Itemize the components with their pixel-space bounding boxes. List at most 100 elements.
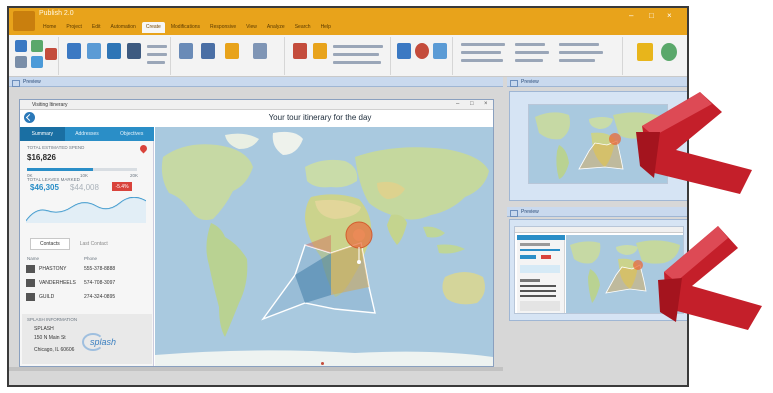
thumbnail-top <box>528 104 668 184</box>
contact-name: PHASTONY <box>39 266 67 272</box>
contact-name: VANDERHEELS <box>39 280 76 286</box>
preview-window-title: Visiting Itinerary <box>20 100 493 110</box>
total-label: TOTAL ESTIMATED SPEND <box>27 145 85 150</box>
stats-label: TOTAL LEAVES MARKED <box>27 177 80 182</box>
table-icon[interactable] <box>179 43 193 59</box>
contact-row[interactable]: PHASTONY 555-378-8888 <box>24 264 150 275</box>
tab-objectives[interactable]: Objectives <box>109 127 154 141</box>
spend-progress-bar <box>27 168 137 171</box>
tab-addresses[interactable]: Addresses <box>65 127 110 141</box>
ribbon-tab-edit[interactable]: Edit <box>88 22 105 33</box>
contact-row[interactable]: VANDERHEELS 574-708-3097 <box>24 278 150 289</box>
form-component-icon[interactable] <box>313 43 327 59</box>
progress-tick-1: 10K <box>80 173 89 178</box>
back-icon[interactable] <box>24 112 35 123</box>
contact-icon <box>26 293 35 301</box>
ribbon-tab-modifications[interactable]: Modifications <box>167 22 204 33</box>
publish-icon[interactable] <box>637 43 653 61</box>
paste-icon[interactable] <box>15 40 27 52</box>
ribbon-tab-automation[interactable]: Automation <box>107 22 140 33</box>
thumbnail-titlebar <box>515 227 683 233</box>
ribbon-toolbar <box>9 35 687 77</box>
screenshot-frame: Publish 2.0 – □ × Home Project Edit Auto… <box>0 0 773 393</box>
grid-icon[interactable] <box>201 43 215 59</box>
thumbnail-sidebar <box>517 235 565 313</box>
summary-panel: Summary Addresses Objectives TOTAL ESTIM… <box>20 127 154 366</box>
ribbon-group-data <box>173 37 285 75</box>
bar-chart-icon[interactable] <box>433 43 447 59</box>
horizontal-scrollbar[interactable] <box>9 367 503 371</box>
contacts-header-name: Name <box>27 256 40 261</box>
ribbon-tab-create[interactable]: Create <box>141 22 165 33</box>
format-painter-icon[interactable] <box>31 56 43 68</box>
trend-sparkline <box>26 197 146 223</box>
ribbon-group-insert <box>61 37 171 75</box>
spend-progress-fill <box>27 168 93 171</box>
right-top-panel-header: Preview <box>507 77 687 87</box>
tab-summary[interactable]: Summary <box>20 127 65 141</box>
contact-row[interactable]: GUILD 274-324-0895 <box>24 292 150 303</box>
label-icon[interactable] <box>107 43 121 59</box>
preview-maximize-button[interactable]: □ <box>470 101 474 107</box>
ribbon-tab-home[interactable]: Home <box>39 22 60 33</box>
contact-icon <box>26 279 35 287</box>
world-map[interactable] <box>155 127 493 366</box>
ribbon-group-components <box>287 37 391 75</box>
maximize-button[interactable]: □ <box>649 11 654 20</box>
preview-window: Visiting Itinerary – □ × Your tour itine… <box>19 99 494 367</box>
ribbon-tab-analyze[interactable]: Analyze <box>263 22 289 33</box>
ribbon-group-visuals <box>393 37 453 75</box>
last-contact-button[interactable]: Last Contact <box>74 238 114 250</box>
ribbon-group-options <box>455 37 623 75</box>
progress-tick-2: 20K <box>130 173 139 178</box>
map-pin-icon <box>138 143 149 154</box>
ribbon-group-clipboard <box>11 37 59 75</box>
contact-phone: 574-708-3097 <box>84 280 116 286</box>
preview-minimize-button[interactable]: – <box>456 101 459 107</box>
thumbnail-bottom <box>514 226 684 314</box>
app-window: Publish 2.0 – □ × Home Project Edit Auto… <box>7 6 689 387</box>
splash-logo: splash <box>90 337 117 347</box>
ribbon-tab-project[interactable]: Project <box>62 22 86 33</box>
close-button[interactable]: × <box>667 11 672 20</box>
right-top-preview[interactable] <box>509 91 687 201</box>
flow-icon[interactable] <box>225 43 239 59</box>
visual-icon[interactable] <box>397 43 411 59</box>
contact-name: GUILD <box>39 294 55 300</box>
minimize-button[interactable]: – <box>629 11 633 20</box>
address-header: SPLASH INFORMATION <box>27 317 78 322</box>
button-icon[interactable] <box>87 43 101 59</box>
image-icon[interactable] <box>127 43 141 59</box>
total-value: $16,826 <box>27 153 56 162</box>
contact-buttons: Contacts Last Contact <box>30 238 114 250</box>
address-line: SPLASH <box>34 326 54 332</box>
thumbnail-map-top <box>529 105 667 183</box>
thumbnail-map-bottom <box>566 235 683 313</box>
chart-component-icon[interactable] <box>293 43 307 59</box>
ribbon-tab-view[interactable]: View <box>242 22 261 33</box>
contacts-button[interactable]: Contacts <box>30 238 70 250</box>
stat-secondary: $44,008 <box>70 183 99 192</box>
report-icon[interactable] <box>253 43 267 59</box>
right-bottom-panel-header: Preview <box>507 207 687 217</box>
app-logo-icon <box>13 11 35 31</box>
ribbon-tab-responsive[interactable]: Responsive <box>206 22 240 33</box>
text-box-icon[interactable] <box>67 43 81 59</box>
ribbon-tab-search[interactable]: Search <box>291 22 315 33</box>
pie-chart-icon[interactable] <box>415 43 429 59</box>
cut-icon[interactable] <box>15 56 27 68</box>
share-icon[interactable] <box>661 43 677 61</box>
undo-icon[interactable] <box>45 48 57 60</box>
right-bottom-preview[interactable] <box>509 219 687 321</box>
main-panel-header: Preview <box>9 77 503 87</box>
title-bar: Publish 2.0 – □ × Home Project Edit Auto… <box>9 8 687 35</box>
stat-badge: -5.4% <box>112 182 132 191</box>
copy-icon[interactable] <box>31 40 43 52</box>
address-line: Chicago, IL 60606 <box>34 347 75 353</box>
contact-icon <box>26 265 35 273</box>
contacts-header-phone: Phone <box>84 256 98 261</box>
ribbon-tab-help[interactable]: Help <box>317 22 335 33</box>
preview-close-button[interactable]: × <box>484 101 488 107</box>
address-line: 150 N Main St <box>34 335 66 341</box>
itinerary-heading: Your tour itinerary for the day <box>268 113 372 122</box>
